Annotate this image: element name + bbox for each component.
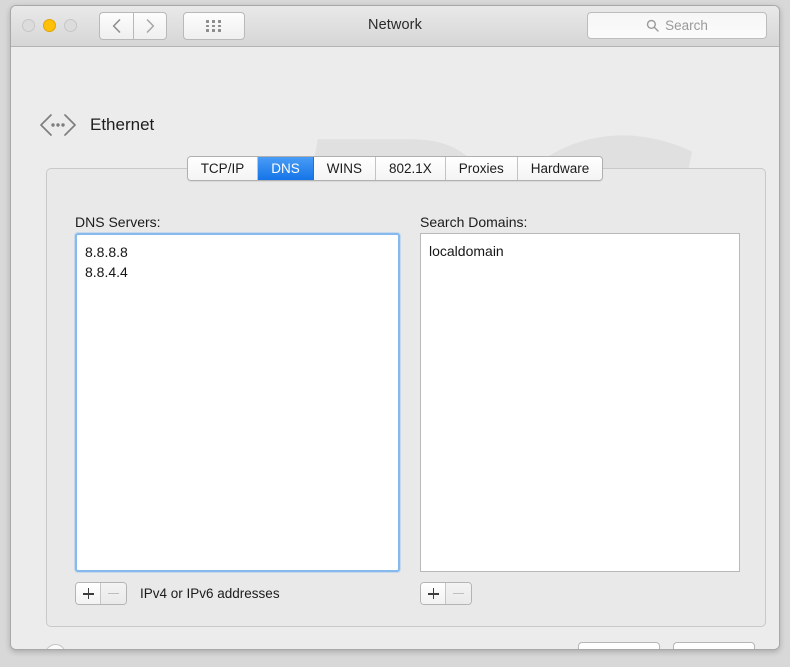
dns-settings-panel: DNS Servers: 8.8.8.8 8.8.4.4 IPv4 or IPv… [46, 168, 766, 627]
search-placeholder: Search [665, 18, 708, 33]
plus-icon [82, 588, 94, 599]
cancel-button[interactable]: Cancel [578, 642, 660, 649]
minus-icon [453, 592, 464, 595]
window-content: PC risk.com Ethernet DNS Servers: 8.8.8.… [11, 47, 779, 649]
tab-strip: TCP/IP DNS WINS 802.1X Proxies Hardware [186, 156, 604, 181]
minus-icon [108, 592, 119, 595]
dns-servers-hint: IPv4 or IPv6 addresses [140, 586, 280, 601]
tab-proxies[interactable]: Proxies [445, 157, 518, 180]
plus-icon [427, 588, 439, 599]
dns-servers-label: DNS Servers: [75, 214, 161, 230]
search-icon [646, 19, 659, 32]
tab-tcp-ip[interactable]: TCP/IP [187, 157, 259, 180]
service-name: Ethernet [90, 115, 155, 134]
dns-servers-controls: IPv4 or IPv6 addresses [75, 582, 280, 605]
search-domains-stepper [420, 582, 472, 605]
dns-servers-stepper [75, 582, 127, 605]
tab-hardware[interactable]: Hardware [517, 157, 603, 180]
search-input[interactable]: Search [587, 12, 767, 39]
window-titlebar: Network Search [11, 6, 779, 47]
search-domains-controls [420, 582, 472, 605]
tab-wins[interactable]: WINS [313, 157, 376, 180]
dns-servers-list[interactable]: 8.8.8.8 8.8.4.4 [75, 233, 400, 572]
remove-search-domain-button [446, 583, 471, 604]
add-search-domain-button[interactable] [421, 583, 446, 604]
list-item[interactable]: 8.8.4.4 [85, 262, 398, 282]
list-item[interactable]: localdomain [429, 241, 739, 261]
tab-dns[interactable]: DNS [258, 157, 314, 180]
remove-dns-server-button [101, 583, 126, 604]
list-item[interactable]: 8.8.8.8 [85, 242, 398, 262]
help-button[interactable]: ? [45, 644, 66, 649]
search-domains-label: Search Domains: [420, 214, 528, 230]
ethernet-icon [40, 114, 76, 136]
tab-802-1x[interactable]: 802.1X [375, 157, 446, 180]
tab-bar: TCP/IP DNS WINS 802.1X Proxies Hardware [11, 156, 779, 181]
add-dns-server-button[interactable] [76, 583, 101, 604]
network-preferences-window: Network Search PC risk.com [10, 5, 780, 650]
search-domains-list[interactable]: localdomain [420, 233, 740, 572]
ok-button[interactable]: OK [673, 642, 755, 649]
service-header: Ethernet [39, 113, 154, 137]
